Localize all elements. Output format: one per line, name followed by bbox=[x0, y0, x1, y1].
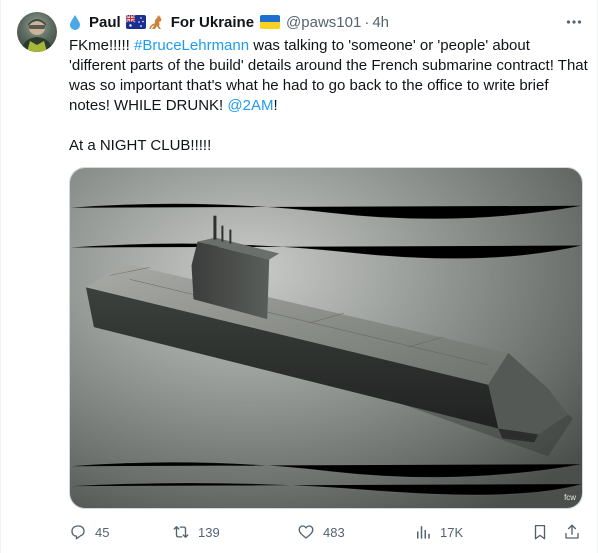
share-button[interactable] bbox=[563, 520, 581, 544]
water-drop-icon bbox=[70, 15, 80, 30]
retweet-count: 139 bbox=[198, 524, 220, 540]
ukraine-flag-icon bbox=[260, 15, 281, 29]
retweet-button[interactable]: 139 bbox=[172, 520, 220, 544]
text-segment: FKme!!!!! bbox=[69, 37, 135, 54]
reply-count: 45 bbox=[95, 524, 110, 540]
bookmark-button[interactable] bbox=[531, 520, 549, 544]
views-button[interactable]: 17K bbox=[414, 520, 463, 544]
views-count: 17K bbox=[440, 524, 464, 540]
tweet-actions: 45 139 483 17K bbox=[69, 520, 585, 544]
display-name[interactable]: Paul bbox=[89, 14, 121, 31]
tweet-paragraph-1: FKme!!!!! #BruceLehrmann was talking to … bbox=[69, 36, 589, 116]
separator: · bbox=[364, 13, 370, 31]
reply-icon bbox=[71, 525, 85, 540]
like-button[interactable]: 483 bbox=[297, 520, 345, 544]
tweet-image[interactable]: fcw bbox=[69, 167, 583, 509]
heart-icon bbox=[298, 525, 314, 539]
tweet-card[interactable]: Paul For Ukraine @paws101 · 4h FKme!!!!!… bbox=[0, 0, 598, 553]
timestamp[interactable]: 4h bbox=[372, 14, 389, 31]
tweet-header: Paul For Ukraine @paws101 · 4h bbox=[69, 11, 585, 33]
image-watermark: fcw bbox=[564, 493, 576, 502]
mention-link[interactable]: @2AM bbox=[227, 97, 273, 114]
text-segment: ! bbox=[273, 97, 278, 114]
avatar[interactable] bbox=[17, 12, 57, 52]
australia-flag-icon bbox=[125, 15, 146, 29]
display-name-suffix[interactable]: For Ukraine bbox=[171, 14, 254, 31]
tweet-body: FKme!!!!! #BruceLehrmann was talking to … bbox=[69, 36, 589, 156]
tweet-paragraph-2: At a NIGHT CLUB!!!!! bbox=[69, 137, 212, 154]
handle[interactable]: @paws101 bbox=[286, 14, 361, 31]
more-options-icon[interactable] bbox=[563, 11, 585, 33]
hashtag-link[interactable]: #BruceLehrmann bbox=[134, 37, 249, 54]
reply-button[interactable]: 45 bbox=[69, 520, 109, 544]
analytics-icon bbox=[417, 526, 430, 539]
bookmark-icon bbox=[534, 524, 546, 540]
retweet-icon bbox=[173, 526, 189, 538]
share-icon bbox=[565, 524, 579, 539]
kangaroo-icon bbox=[148, 15, 162, 30]
like-count: 483 bbox=[323, 524, 345, 540]
